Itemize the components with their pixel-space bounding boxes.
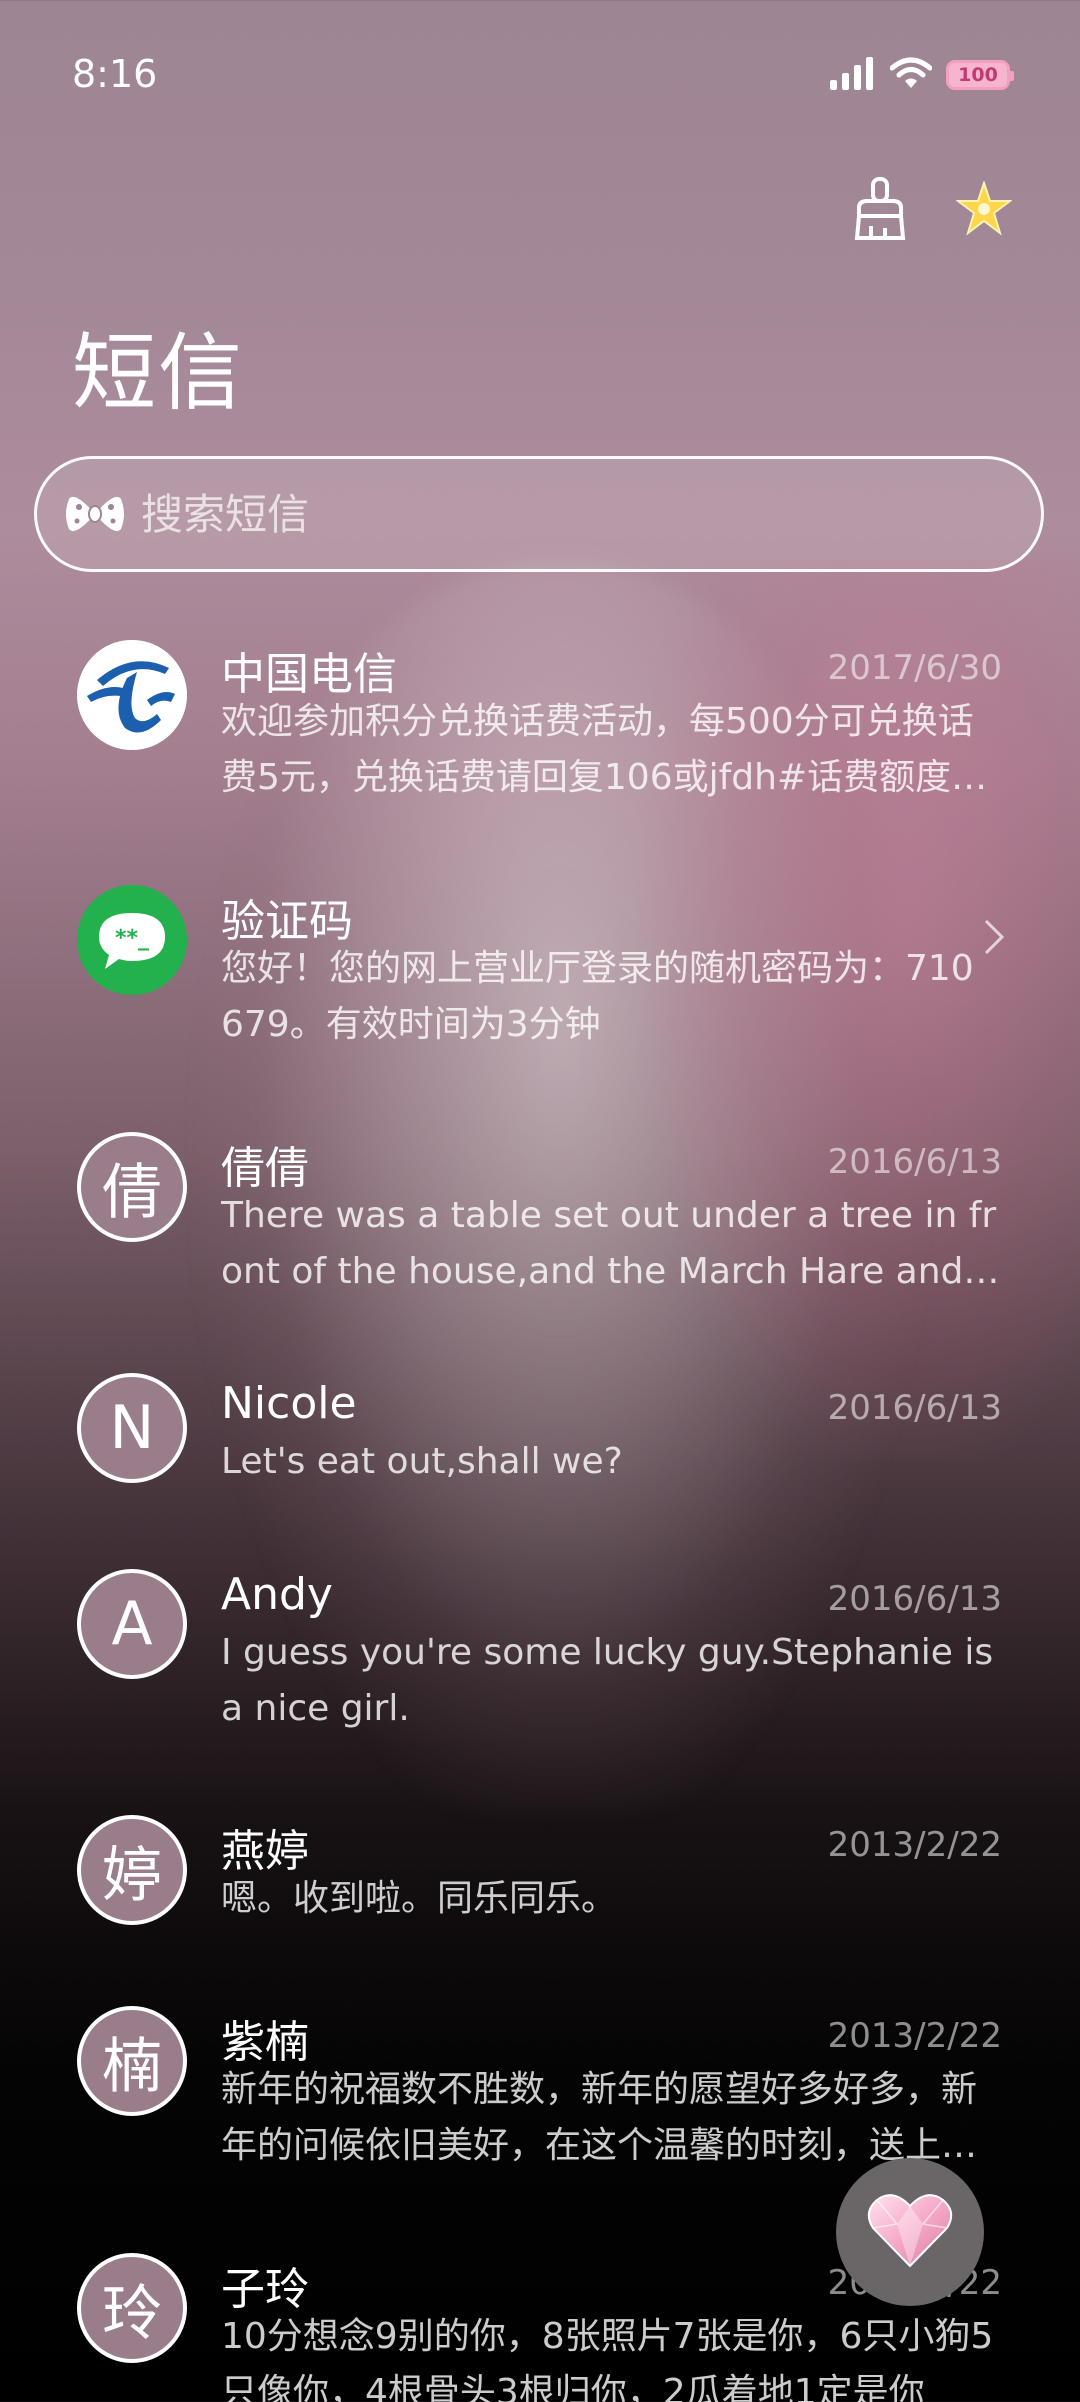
- conversation-name: 燕婷: [221, 1826, 309, 1877]
- avatar: 婷: [77, 1815, 187, 1925]
- avatar: A: [77, 1569, 187, 1679]
- conversation-date: 2016/6/13: [827, 1579, 1002, 1619]
- conversation-preview: There was a table set out under a tree i…: [221, 1195, 997, 1292]
- conversation-item-nicole[interactable]: N Nicole 2016/6/13 Let's eat out,shall w…: [0, 1340, 1080, 1506]
- wifi-icon: [889, 56, 933, 94]
- system-icons: 100: [830, 56, 1014, 94]
- avatar: 玲: [77, 2253, 187, 2363]
- conversation-item-qianqian[interactable]: 倩 倩倩 2016/6/13 There was a table set out…: [0, 1094, 1080, 1314]
- conversation-item-china-telecom[interactable]: 中国电信 2017/6/30 欢迎参加积分兑换话费活动，每500分可兑换话费5元…: [0, 600, 1080, 820]
- conversation-date: 2016/6/13: [827, 1388, 1002, 1428]
- compose-button[interactable]: [836, 2158, 984, 2306]
- conversation-date: 2013/2/22: [827, 1825, 1002, 1865]
- conversation-preview: 嗯。收到啦。同乐同乐。: [221, 1878, 618, 1919]
- conversation-name: Andy: [221, 1569, 333, 1620]
- star-icon[interactable]: [954, 176, 1014, 242]
- avatar: 楠: [77, 2006, 187, 2116]
- conversation-preview: 欢迎参加积分兑换话费活动，每500分可兑换话费5元，兑换话费请回复106或jfd…: [221, 701, 974, 798]
- header-actions: [850, 176, 1014, 242]
- conversation-date: 2017/6/30: [827, 648, 1002, 688]
- signal-icon: [830, 56, 876, 94]
- conversation-date: 2016/6/13: [827, 1142, 1002, 1182]
- conversation-name: 紫楠: [221, 2017, 309, 2068]
- conversation-item-verification[interactable]: **_ 验证码 您好！您的网上营业厅登录的随机密码为：710679。有效时间为3…: [0, 847, 1080, 1067]
- status-bar: 8:16 100: [0, 0, 1080, 150]
- conversation-preview: Let's eat out,shall we?: [221, 1441, 623, 1482]
- status-time: 8:16: [72, 52, 158, 96]
- page-title: 短信: [72, 324, 245, 422]
- chevron-right-icon[interactable]: [982, 917, 1006, 961]
- conversation-item-andy[interactable]: A Andy 2016/6/13 I guess you're some luc…: [0, 1531, 1080, 1751]
- avatar: 倩: [77, 1132, 187, 1242]
- telecom-logo-avatar: [77, 640, 187, 750]
- conversation-item-zinan[interactable]: 楠 紫楠 2013/2/22 新年的祝福数不胜数，新年的愿望好多好多，新年的问候…: [0, 1968, 1080, 2188]
- conversation-name: 倩倩: [221, 1143, 309, 1194]
- verification-icon: **_: [77, 885, 187, 995]
- battery-icon: 100: [946, 60, 1014, 90]
- conversation-name: 子玲: [221, 2264, 309, 2315]
- search-input[interactable]: [139, 488, 983, 540]
- heart-gem-icon: [867, 2190, 953, 2274]
- conversation-date: 2013/2/22: [827, 2016, 1002, 2056]
- conversation-preview: 新年的祝福数不胜数，新年的愿望好多好多，新年的问候依旧美好，在这个温馨的时刻，送…: [221, 2069, 978, 2166]
- conversation-preview: I guess you're some lucky guy.Stephanie …: [221, 1632, 994, 1729]
- conversation-item-yanting[interactable]: 婷 燕婷 2013/2/22 嗯。收到啦。同乐同乐。: [0, 1777, 1080, 1943]
- svg-text:**_: **_: [115, 926, 149, 951]
- conversation-preview: 您好！您的网上营业厅登录的随机密码为：710679。有效时间为3分钟: [221, 948, 974, 1045]
- broom-icon[interactable]: [850, 176, 910, 242]
- search-bar[interactable]: [34, 456, 1044, 572]
- bow-icon: [65, 489, 125, 539]
- conversation-name: 中国电信: [221, 649, 397, 700]
- conversation-name: 验证码: [221, 896, 353, 947]
- avatar: N: [77, 1373, 187, 1483]
- conversation-name: Nicole: [221, 1378, 357, 1429]
- conversation-preview: 10分想念9别的你，8张照片7张是你，6只小狗5只像你，4根骨头3根归你，2瓜着…: [221, 2316, 994, 2402]
